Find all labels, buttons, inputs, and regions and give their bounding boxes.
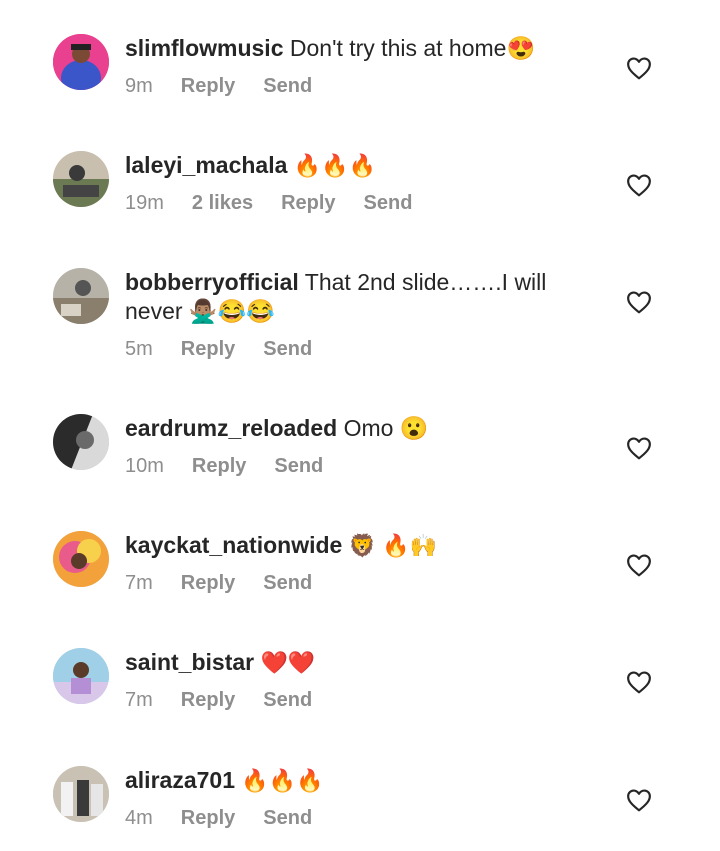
- comment-meta: 5m Reply Send: [125, 338, 595, 361]
- heart-icon[interactable]: [626, 553, 652, 577]
- comment-text: slimflowmusic Don't try this at home😍: [125, 34, 595, 63]
- reply-button[interactable]: Reply: [192, 455, 246, 478]
- comment-meta: 7m Reply Send: [125, 689, 595, 712]
- comment-text: laleyi_machala 🔥🔥🔥: [125, 151, 595, 180]
- comment-time: 7m: [125, 689, 153, 711]
- comment-text: bobberryofficial That 2nd slide…….I will…: [125, 268, 595, 326]
- heart-icon[interactable]: [626, 788, 652, 812]
- comment-text: eardrumz_reloaded Omo 😮: [125, 414, 595, 443]
- comment-meta: 4m Reply Send: [125, 807, 595, 830]
- comment-meta: 7m Reply Send: [125, 572, 595, 595]
- comment-username[interactable]: saint_bistar: [125, 649, 254, 675]
- comment-username[interactable]: eardrumz_reloaded: [125, 415, 337, 441]
- send-button[interactable]: Send: [263, 689, 312, 712]
- reply-button[interactable]: Reply: [281, 192, 335, 215]
- likes-count[interactable]: 2 likes: [192, 192, 253, 215]
- avatar[interactable]: [53, 648, 109, 704]
- avatar[interactable]: [53, 414, 109, 470]
- avatar[interactable]: [53, 34, 109, 90]
- comment-body: Omo 😮: [343, 415, 429, 441]
- send-button[interactable]: Send: [263, 572, 312, 595]
- comment-username[interactable]: aliraza701: [125, 767, 235, 793]
- avatar[interactable]: [53, 268, 109, 324]
- comment-time: 19m: [125, 192, 164, 214]
- comment-meta: 19m 2 likes Reply Send: [125, 192, 595, 215]
- reply-button[interactable]: Reply: [181, 572, 235, 595]
- comment-time: 9m: [125, 75, 153, 97]
- comment-text: kayckat_nationwide 🦁 🔥🙌: [125, 531, 595, 560]
- comment-username[interactable]: bobberryofficial: [125, 269, 299, 295]
- comment-username[interactable]: laleyi_machala: [125, 152, 287, 178]
- comment-time: 4m: [125, 807, 153, 829]
- comment-body: Don't try this at home😍: [289, 35, 536, 61]
- heart-icon[interactable]: [626, 436, 652, 460]
- heart-icon[interactable]: [626, 56, 652, 80]
- reply-button[interactable]: Reply: [181, 807, 235, 830]
- comment-text: aliraza701 🔥🔥🔥: [125, 766, 595, 795]
- comment-text: saint_bistar ❤️❤️: [125, 648, 595, 677]
- send-button[interactable]: Send: [364, 192, 413, 215]
- heart-icon[interactable]: [626, 173, 652, 197]
- comment-body: 🔥🔥🔥: [293, 153, 376, 178]
- comment-body: ❤️❤️: [260, 650, 316, 675]
- send-button[interactable]: Send: [274, 455, 323, 478]
- comment-username[interactable]: kayckat_nationwide: [125, 532, 342, 558]
- send-button[interactable]: Send: [263, 807, 312, 830]
- heart-icon[interactable]: [626, 670, 652, 694]
- send-button[interactable]: Send: [263, 338, 312, 361]
- send-button[interactable]: Send: [263, 75, 312, 98]
- comment-time: 10m: [125, 455, 164, 477]
- reply-button[interactable]: Reply: [181, 338, 235, 361]
- comment-body: 🔥🔥🔥: [241, 768, 324, 793]
- comment-body: 🦁 🔥🙌: [348, 533, 437, 558]
- comment-username[interactable]: slimflowmusic: [125, 35, 283, 61]
- reply-button[interactable]: Reply: [181, 75, 235, 98]
- comment-meta: 10m Reply Send: [125, 455, 595, 478]
- reply-button[interactable]: Reply: [181, 689, 235, 712]
- comment-time: 5m: [125, 338, 153, 360]
- heart-icon[interactable]: [626, 290, 652, 314]
- avatar[interactable]: [53, 531, 109, 587]
- avatar[interactable]: [53, 151, 109, 207]
- comment-time: 7m: [125, 572, 153, 594]
- avatar[interactable]: [53, 766, 109, 822]
- comment-meta: 9m Reply Send: [125, 75, 595, 98]
